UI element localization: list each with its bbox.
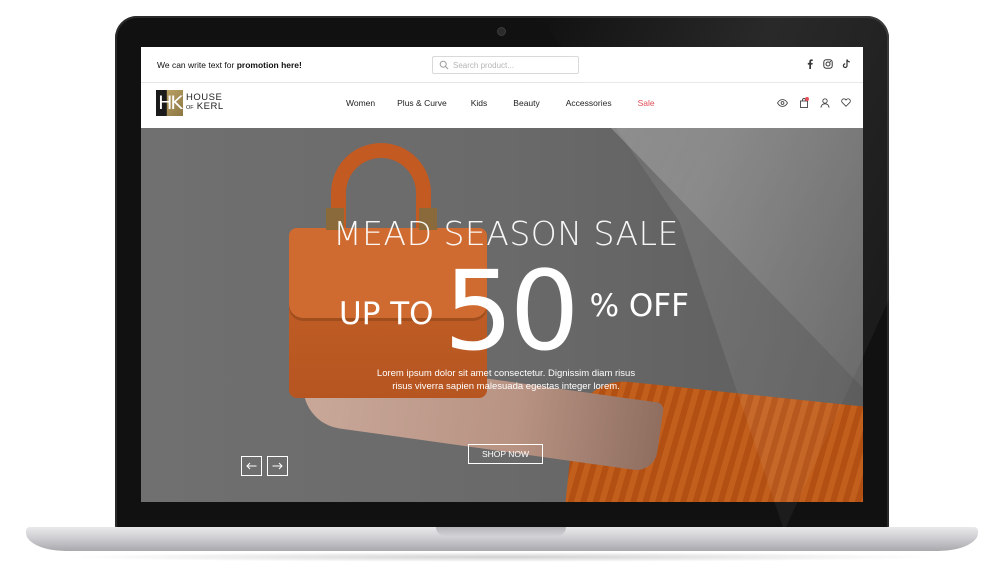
social-links [805,59,851,69]
screen: We can write text for promotion here! Se… [141,47,863,502]
promo-text: We can write text for promotion here! [157,60,302,70]
logo-text: HOUSE OF KERL [186,93,224,113]
laptop-notch [436,527,566,536]
offer-prefix: UP TO [339,296,434,332]
next-slide-button[interactable] [267,456,288,476]
nav-item-women[interactable]: Women [346,98,375,108]
nav-item-accessories[interactable]: Accessories [566,98,612,108]
hero-banner: MEAD SEASON SALE UP TO 50 % OFF Lorem ip… [141,128,863,502]
arrow-right-icon [272,462,283,470]
cart-icon[interactable] [798,97,809,108]
laptop-shadow [60,552,944,562]
logo-line2-small: OF [186,105,194,111]
nav-item-beauty[interactable]: Beauty [513,98,539,108]
logo[interactable]: HK HOUSE OF KERL [156,90,224,116]
search-input[interactable] [453,59,573,71]
nav-item-sale[interactable]: Sale [638,98,655,108]
nav-item-plus-curve[interactable]: Plus & Curve [397,98,447,108]
offer-suffix: % OFF [589,288,689,324]
arrow-left-icon [246,462,257,470]
user-icon[interactable] [819,97,830,108]
logo-mark-letters: HK [158,92,183,114]
promo-text-prefix: We can write text for [157,60,237,70]
search-box[interactable] [432,56,579,74]
search-icon [439,60,449,70]
facebook-icon[interactable] [805,59,815,69]
instagram-icon[interactable] [823,59,833,69]
nav-item-kids[interactable]: Kids [471,98,488,108]
heart-icon[interactable] [840,97,851,108]
cart-badge [805,97,809,101]
tiktok-icon[interactable] [841,59,851,69]
promo-bar: We can write text for promotion here! [141,47,863,83]
logo-line2: OF KERL [186,102,224,113]
header-nav: HK HOUSE OF KERL Women Plus & Curve Kids… [141,83,863,128]
shop-now-button[interactable]: SHOP NOW [468,444,543,464]
offer-number: 50 [443,247,580,375]
hero-description: Lorem ipsum dolor sit amet consectetur. … [376,368,636,392]
eye-icon[interactable] [777,97,788,108]
prev-slide-button[interactable] [241,456,262,476]
main-menu: Women Plus & Curve Kids Beauty Accessori… [346,98,655,108]
header-icons [777,97,851,108]
logo-mark: HK [156,90,183,116]
logo-line2-text: KERL [196,101,224,112]
promo-text-bold: promotion here! [236,60,302,70]
hero-offer: UP TO 50 % OFF [339,256,689,366]
camera-icon [498,28,505,35]
